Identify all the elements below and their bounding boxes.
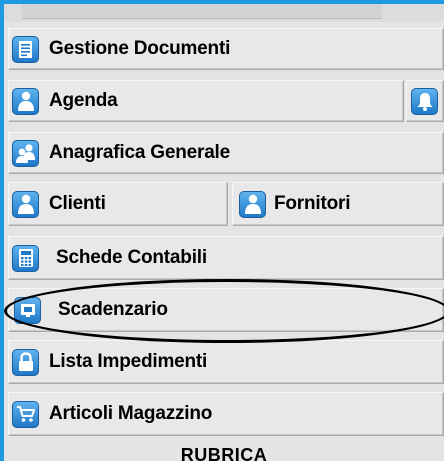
gestione-documenti-label: Gestione Documenti: [49, 38, 231, 59]
agenda-alert-button[interactable]: [406, 80, 444, 122]
clienti-button[interactable]: Clienti: [8, 182, 228, 226]
rubrica-label: RUBRICA: [180, 445, 268, 465]
scadenzario-button[interactable]: Scadenzario: [8, 288, 444, 332]
person-icon: [239, 190, 266, 218]
fornitori-button[interactable]: Fornitori: [232, 182, 444, 226]
lista-impedimenti-button[interactable]: Lista Impedimenti: [8, 340, 444, 384]
rubrica-header: RUBRICA: [4, 441, 444, 465]
person-icon: [12, 190, 39, 218]
gestione-documenti-button[interactable]: Gestione Documenti: [8, 28, 444, 70]
anagrafica-generale-button[interactable]: Anagrafica Generale: [8, 132, 444, 174]
fornitori-label: Fornitori: [274, 193, 351, 214]
clienti-label: Clienti: [49, 193, 106, 214]
agenda-label: Agenda: [49, 90, 118, 111]
cart-icon: [12, 400, 39, 428]
agenda-button[interactable]: Agenda: [8, 80, 404, 122]
bell-icon: [411, 87, 438, 115]
schede-contabili-label: Schede Contabili: [56, 247, 207, 268]
document-icon: [12, 35, 39, 63]
people-icon: [12, 139, 39, 167]
lock-icon: [12, 348, 39, 376]
person-icon: [12, 87, 39, 115]
articoli-magazzino-button[interactable]: Articoli Magazzino: [8, 392, 444, 436]
scadenzario-label: Scadenzario: [58, 299, 168, 320]
monitor-icon: [14, 296, 41, 324]
articoli-magazzino-label: Articoli Magazzino: [49, 403, 213, 424]
top-strip: [4, 4, 444, 22]
schede-contabili-button[interactable]: Schede Contabili: [8, 236, 444, 280]
anagrafica-generale-label: Anagrafica Generale: [49, 142, 231, 163]
lista-impedimenti-label: Lista Impedimenti: [49, 351, 208, 372]
calculator-icon: [12, 244, 39, 272]
